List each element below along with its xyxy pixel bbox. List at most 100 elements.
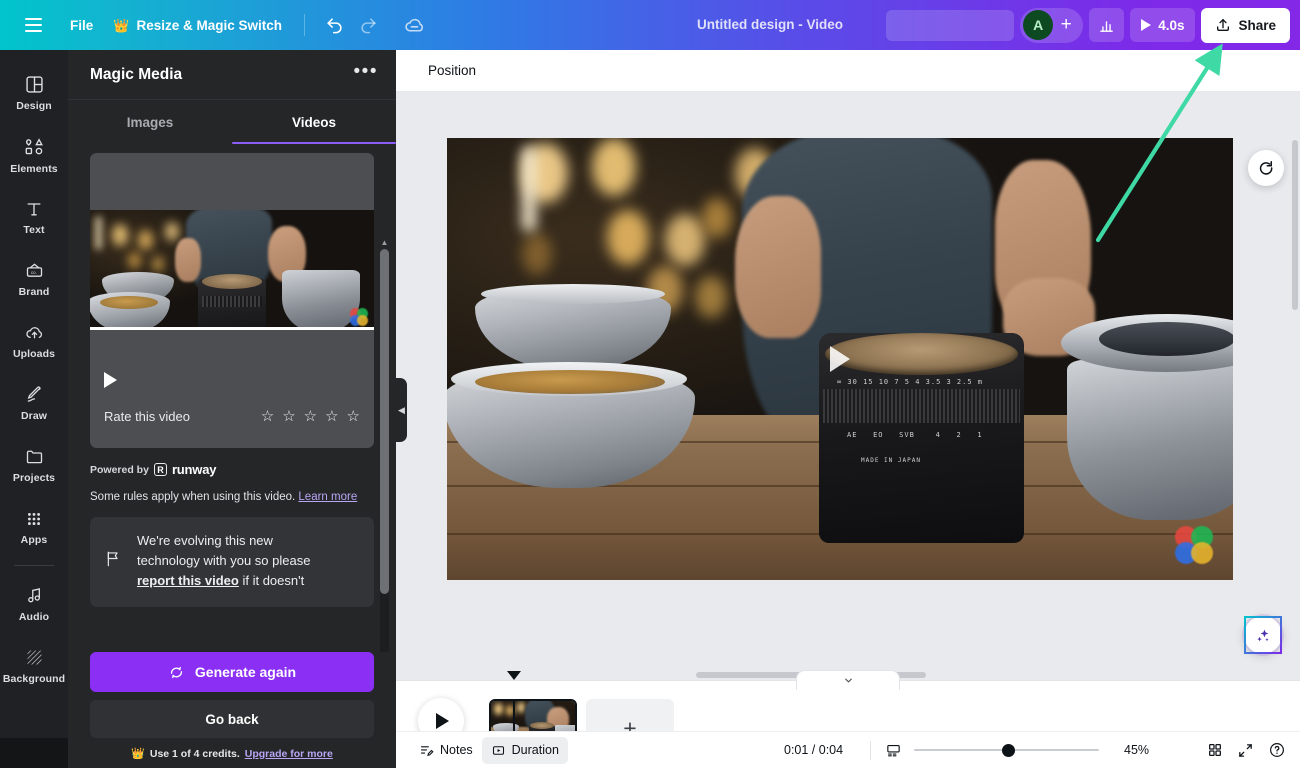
plus-icon[interactable]: + [1053,12,1079,38]
share-button[interactable]: Share [1201,7,1290,43]
generated-video-card[interactable]: Rate this video ☆ ☆ ☆ ☆ ☆ [90,153,374,448]
redo-icon[interactable] [351,9,385,41]
sidebar-item-background[interactable]: Background [3,635,65,697]
panel-footer: Generate again Go back 👑 Use 1 of 4 cred… [68,652,396,768]
play-icon [1141,19,1152,31]
duration-icon [492,745,504,755]
design-canvas[interactable]: ∞ 30 15 10 7 5 4 3.5 3 2.5 m AE EO SVB 4… [447,138,1233,580]
scrollbar-thumb[interactable] [380,249,389,594]
panel-content: Rate this video ☆ ☆ ☆ ☆ ☆ Powered by R r… [68,144,396,652]
insights-button[interactable] [1089,8,1125,42]
fit-to-page-icon [887,744,900,756]
canvas-viewport[interactable]: ∞ 30 15 10 7 5 4 3.5 3 2.5 m AE EO SVB 4… [396,92,1300,680]
top-toolbar: File 👑 Resize & Magic Switch Untitled de… [0,0,1300,50]
sidebar-item-design[interactable]: Design [3,62,65,124]
grid-view-icon[interactable] [1201,737,1228,764]
notes-button[interactable]: Notes [410,737,482,764]
brand-icon: co. [26,263,42,277]
context-toolbar: Position [396,50,1300,92]
zoom-percent-label[interactable]: 45% [1124,743,1149,757]
feedback-notice: We're evolving this new technology with … [90,517,374,607]
sidebar-item-apps[interactable]: Apps [3,496,65,558]
sidebar-item-label: Audio [18,611,50,623]
scroll-up-arrow-icon[interactable]: ▲ [379,239,390,247]
go-back-label: Go back [205,711,259,727]
rate-label: Rate this video [104,409,190,424]
top-toolbar-right: A + 4.0s Share [886,0,1290,50]
star-icon[interactable]: ☆ [304,409,317,424]
generate-again-button[interactable]: Generate again [90,652,374,692]
add-comment-icon[interactable] [1248,150,1284,186]
sidebar-item-label: Apps [20,533,48,546]
star-icon[interactable]: ☆ [261,409,274,424]
powered-by-label: Powered by [90,463,149,476]
tab-label: Videos [291,114,337,130]
sidebar-item-label: Text [23,223,45,236]
draw-icon [27,386,41,402]
bottom-toolbar: Notes Duration 0:01 / 0:04 45% [396,731,1300,768]
tab-images[interactable]: Images [68,100,232,144]
sidebar-item-uploads[interactable]: Uploads [3,310,65,372]
help-circle-icon[interactable] [1263,737,1290,764]
video-preview[interactable] [90,153,374,364]
notice-line-2: technology with you so please [137,553,311,568]
position-button[interactable]: Position [418,57,486,84]
sidebar-item-elements[interactable]: Elements [3,124,65,186]
elements-icon [25,137,43,154]
canvas-play-icon[interactable] [830,346,850,372]
bottom-toolbar-divider [870,740,871,760]
video-card-controls: Rate this video ☆ ☆ ☆ ☆ ☆ [90,364,374,448]
timeline-collapse-tab[interactable] [796,670,900,690]
left-sidebar-rail: Design Elements Text co. Brand Uploads D… [0,50,68,768]
chevron-down-icon [844,678,852,683]
share-label: Share [1238,17,1276,33]
sidebar-item-projects[interactable]: Projects [3,434,65,496]
playhead-marker-icon[interactable] [507,671,521,680]
zoom-slider[interactable] [914,743,1099,757]
duration-button[interactable]: Duration [481,736,568,764]
play-icon[interactable] [104,372,117,388]
share-upload-icon [1217,19,1230,31]
zoom-slider-knob[interactable] [1002,743,1015,757]
video-progress-bar[interactable] [90,327,374,330]
star-icon[interactable]: ☆ [347,409,360,424]
canvas-vertical-scrollbar[interactable] [1292,140,1298,310]
powered-by-row: Powered by R runway [90,462,374,477]
runway-logo-icon: R [153,463,167,476]
panel-title: Magic Media [90,65,183,83]
sidebar-item-brand[interactable]: co. Brand [3,248,65,310]
credits-text: Use 1 of 4 credits. [149,747,240,760]
learn-more-link[interactable]: Learn more [298,491,357,503]
play-icon [436,713,449,729]
sidebar-item-label: Background [2,673,66,685]
tab-label: Images [126,114,174,130]
hamburger-icon[interactable] [18,10,48,40]
timecode-display: 0:01 / 0:04 [784,743,844,757]
sidebar-item-draw[interactable]: Draw [3,372,65,434]
tab-videos[interactable]: Videos [232,100,396,144]
panel-collapse-handle[interactable]: ◀ [396,378,407,442]
undo-icon[interactable] [317,9,351,41]
cloud-sync-icon[interactable] [397,9,431,41]
sidebar-item-text[interactable]: Text [3,186,65,248]
more-options-icon[interactable]: ••• [354,62,378,87]
panel-scrollbar[interactable]: ▲ ▼ [379,239,390,652]
star-icon[interactable]: ☆ [325,409,338,424]
upgrade-link[interactable]: Upgrade for more [245,748,333,760]
expand-icon[interactable] [1232,737,1259,764]
resize-magic-switch-label: Resize & Magic Switch [136,17,282,33]
bottom-toolbar-right [1201,737,1290,764]
star-icon[interactable]: ☆ [282,409,295,424]
preview-duration-button[interactable]: 4.0s [1130,8,1196,42]
magic-sparkle-icon[interactable] [1244,616,1282,654]
document-title[interactable]: Untitled design - Video [697,17,843,32]
sidebar-item-label: Uploads [12,348,56,360]
report-video-link[interactable]: report this video [137,573,239,588]
sidebar-item-audio[interactable]: Audio [3,573,65,635]
credits-row: 👑 Use 1 of 4 credits. Upgrade for more [90,747,374,761]
avatar[interactable]: A [1023,10,1054,40]
go-back-button[interactable]: Go back [90,700,374,738]
collaborators-group: A + [1020,7,1084,43]
file-menu-button[interactable]: File [60,9,103,41]
resize-magic-switch-button[interactable]: 👑 Resize & Magic Switch [103,9,292,41]
